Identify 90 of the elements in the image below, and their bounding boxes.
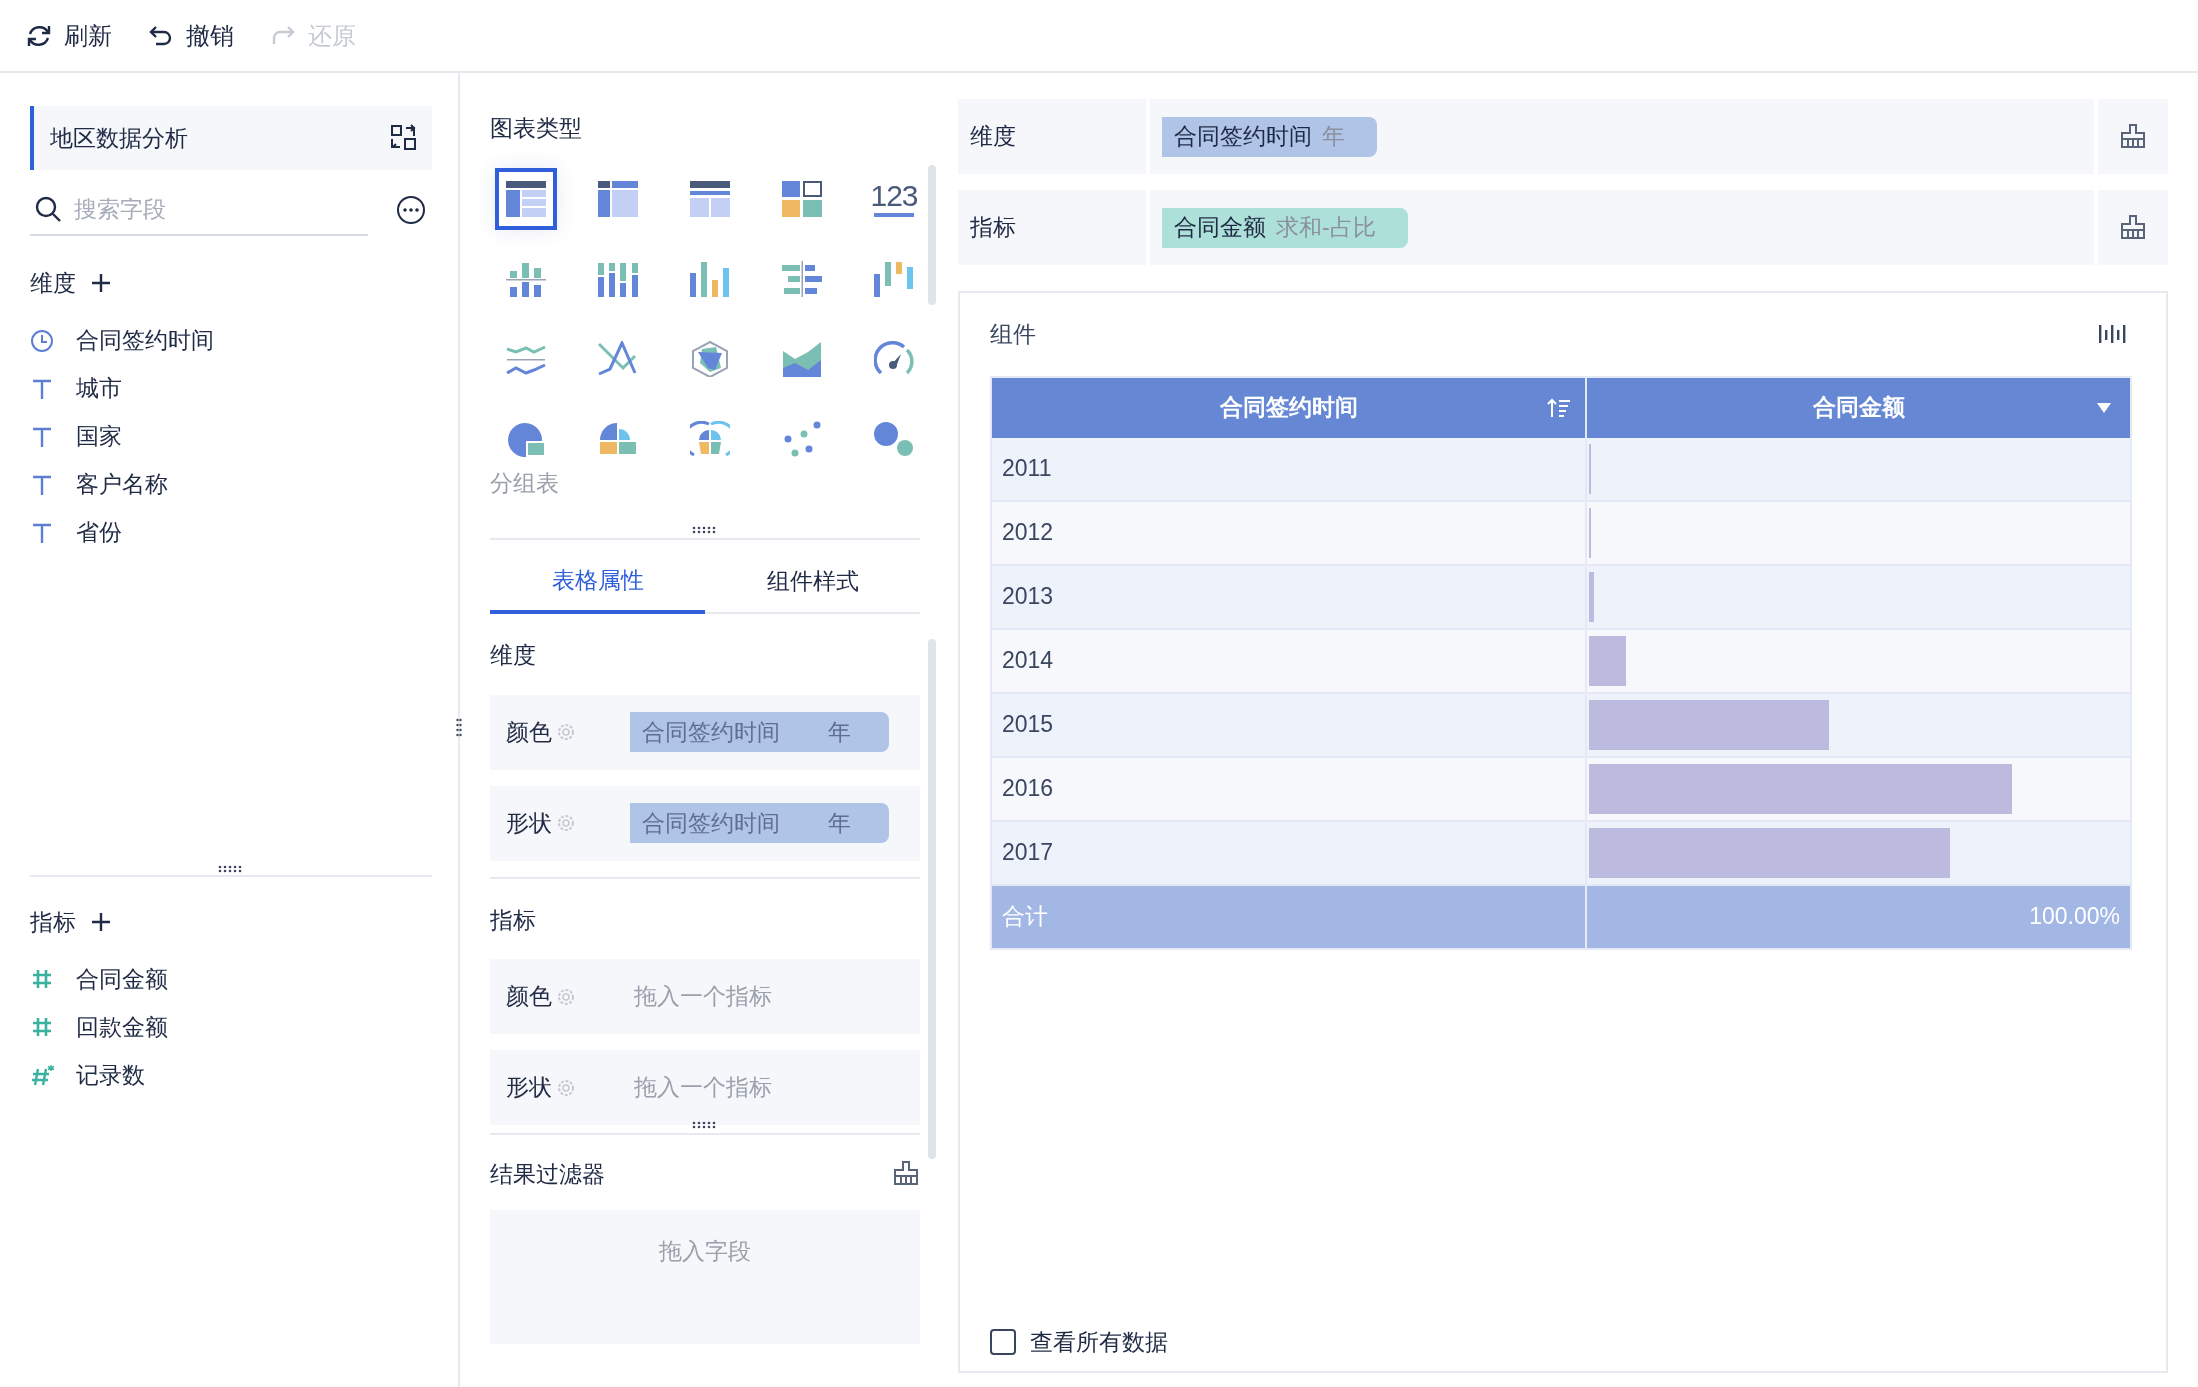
- ring-chart-icon: [690, 420, 730, 457]
- stacked-bar-icon: [506, 260, 546, 297]
- section-title: 图表类型: [490, 114, 583, 143]
- drop-hint: 拖入字段: [659, 1236, 751, 1266]
- section-title: 结果过滤器: [490, 1160, 605, 1189]
- area-chart-icon: [782, 340, 822, 377]
- more-icon[interactable]: [396, 195, 426, 225]
- grouped-table-icon: [506, 180, 546, 217]
- toolbar-button[interactable]: 刷新: [26, 17, 112, 54]
- pie-chart-icon: [506, 420, 546, 457]
- plus-icon[interactable]: [90, 272, 112, 295]
- drop-hint: 拖入一个指标: [634, 982, 772, 1012]
- aggregation-label: 求和-占比: [1276, 213, 1377, 243]
- field-item[interactable]: 回款金额: [30, 1003, 432, 1051]
- gear-icon: [556, 722, 576, 742]
- field-item[interactable]: 国家: [30, 412, 432, 461]
- field-name: 合同金额: [1174, 213, 1266, 243]
- gear-icon: [556, 986, 576, 1007]
- section-title: 维度: [490, 641, 537, 670]
- brush-icon[interactable]: [2119, 213, 2147, 242]
- unit-label: 年: [828, 808, 851, 838]
- stacked-column-icon: [598, 260, 638, 297]
- clock-icon: [30, 328, 56, 353]
- field-pill[interactable]: 合同金额 求和-占比: [1162, 207, 1408, 248]
- field-item[interactable]: 客户名称: [30, 460, 432, 509]
- gear-icon: [556, 813, 576, 833]
- column-chart-icon: [690, 260, 730, 297]
- drop-hint: 拖入一个指标: [634, 1073, 772, 1103]
- kpi-number: 123: [870, 180, 918, 211]
- cross-table-icon: [598, 180, 638, 217]
- gauge-icon: [874, 340, 914, 377]
- field-item[interactable]: 城市: [30, 364, 432, 413]
- chart-type-option[interactable]: [495, 167, 557, 230]
- chart-type-option[interactable]: 123: [863, 167, 925, 230]
- header-label: 合同金额: [1812, 393, 1905, 423]
- hash-star-icon: [30, 1063, 56, 1087]
- scrollbar[interactable]: [928, 639, 936, 1159]
- tab[interactable]: 组件样式: [705, 550, 920, 614]
- field-label: 形状: [506, 808, 552, 838]
- butterfly-chart-icon: [782, 260, 822, 297]
- tiles-icon: [782, 180, 822, 217]
- checkbox[interactable]: [990, 1328, 1016, 1355]
- waterfall-chart-icon: [874, 260, 914, 297]
- header-label: 合同签约时间: [1219, 393, 1358, 423]
- panel-title: 地区数据分析: [50, 123, 188, 153]
- unit-label: 年: [828, 717, 851, 747]
- scrollbar[interactable]: [928, 165, 936, 305]
- field-name: 合同签约时间: [642, 808, 781, 838]
- field-name: 合同签约时间: [1174, 122, 1312, 152]
- field-label: 颜色: [506, 717, 552, 747]
- underline: [874, 212, 914, 217]
- bubble-chart-icon: [874, 420, 914, 457]
- drag-handle[interactable]: [692, 526, 718, 534]
- toolbar-button[interactable]: 撤销: [148, 17, 234, 54]
- card-title: 组件: [990, 320, 1036, 349]
- drag-handle[interactable]: [218, 864, 244, 873]
- sort-icon[interactable]: [1547, 396, 1571, 419]
- radar-chart-icon: [690, 340, 730, 377]
- section-title: 指标: [30, 907, 76, 937]
- field-label: 颜色: [506, 982, 552, 1012]
- dropdown-icon[interactable]: [2096, 401, 2112, 414]
- scatter-chart-icon: [782, 420, 822, 457]
- field-pill[interactable]: 合同签约时间 年: [1162, 116, 1377, 157]
- field-label: 形状: [506, 1073, 552, 1103]
- field-item[interactable]: 合同签约时间: [30, 316, 432, 365]
- detail-table-icon: [690, 180, 730, 217]
- search-field[interactable]: 搜索字段: [74, 191, 368, 227]
- rose-chart-icon: [598, 420, 638, 457]
- section-title: 维度: [30, 269, 76, 298]
- line-chart-icon: [598, 340, 638, 377]
- field-item[interactable]: 省份: [30, 508, 432, 557]
- checkbox-label: 查看所有数据: [1030, 1327, 1168, 1357]
- shelf-label: 维度: [958, 99, 1146, 174]
- search-icon: [34, 195, 62, 223]
- drag-handle[interactable]: [692, 1121, 718, 1129]
- plus-icon[interactable]: [90, 910, 112, 933]
- table-cell-text: 100.00%: [2028, 902, 2121, 932]
- field-item[interactable]: 合同金额: [30, 955, 432, 1003]
- field-name: 合同签约时间: [642, 717, 781, 747]
- table-cell: 合计: [992, 885, 1587, 948]
- gear-icon: [556, 1077, 576, 1098]
- section-title: 指标: [490, 905, 537, 935]
- shelf-label: 指标: [958, 190, 1146, 265]
- chart-type-label: 分组表: [490, 468, 560, 498]
- tab[interactable]: 表格属性: [490, 550, 705, 614]
- field-item[interactable]: 记录数: [30, 1051, 432, 1099]
- swap-icon[interactable]: [390, 124, 418, 152]
- aggregation-label: 年: [1322, 122, 1346, 152]
- bars-icon[interactable]: [2098, 323, 2128, 346]
- brush-icon[interactable]: [2119, 122, 2147, 151]
